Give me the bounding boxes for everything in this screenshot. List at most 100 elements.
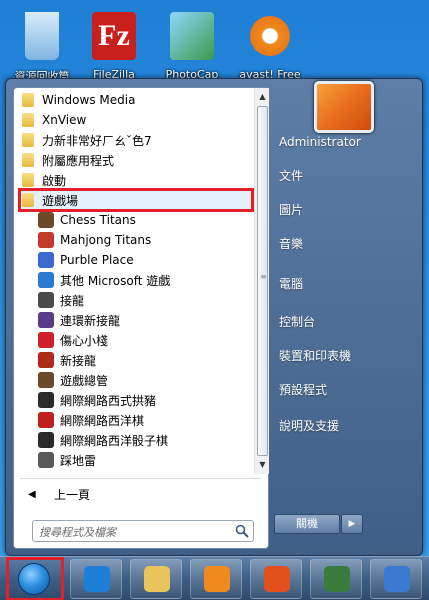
program-label: 網際網路西洋骰子棋	[60, 433, 169, 448]
program-label: 傷心小棧	[60, 333, 109, 348]
folder-label: 啟動	[42, 173, 67, 188]
program-item[interactable]: 網際網路西洋棋	[38, 410, 252, 430]
divider	[20, 478, 262, 479]
internet-checkers-icon	[38, 412, 54, 428]
solitaire-icon	[38, 292, 54, 308]
folder-label: XnView	[42, 113, 87, 127]
right-item-administrator[interactable]: Administrator	[276, 129, 416, 155]
right-item-documents[interactable]: 文件	[276, 163, 416, 189]
folder-item[interactable]: XnView	[20, 110, 252, 130]
program-label: 新接龍	[60, 353, 97, 368]
folder-icon	[22, 193, 34, 207]
program-item[interactable]: Mahjong Titans	[38, 230, 252, 250]
program-label: 連環新接龍	[60, 313, 121, 328]
folder-icon	[22, 133, 34, 147]
program-item[interactable]: 踩地雷	[38, 450, 252, 470]
right-item-pictures[interactable]: 圖片	[276, 197, 416, 223]
avast-icon[interactable]: avast! Free	[234, 12, 306, 84]
scroll-down-arrow-icon[interactable]: ▼	[257, 458, 268, 472]
program-item[interactable]: 網際網路西洋骰子棋	[38, 430, 252, 450]
back-button[interactable]: ◀ 上一頁	[28, 484, 90, 504]
right-item-control-panel[interactable]: 控制台	[276, 309, 416, 335]
folder-label: 遊戲場	[42, 193, 79, 208]
recycle-bin-icon[interactable]: 資源回收筒	[6, 12, 78, 84]
program-label: 遊戲總管	[60, 373, 109, 388]
back-arrow-icon: ◀	[28, 488, 36, 500]
filezilla-icon[interactable]: Fz FileZilla	[78, 12, 150, 84]
windows-logo-icon	[18, 563, 50, 595]
taskbar-button[interactable]	[310, 559, 362, 599]
folder-item[interactable]: Windows Media	[20, 90, 252, 110]
program-label: 網際網路西洋棋	[60, 413, 145, 428]
spider-solitaire-icon	[38, 312, 54, 328]
taskbar-button[interactable]	[190, 559, 242, 599]
folder-item[interactable]: 啟動	[20, 170, 252, 190]
control-panel-icon	[384, 566, 410, 592]
taskbar-button[interactable]	[250, 559, 302, 599]
program-item[interactable]: 連環新接龍	[38, 310, 252, 330]
right-item-default-programs[interactable]: 預設程式	[276, 377, 416, 403]
program-item[interactable]: Chess Titans	[38, 210, 252, 230]
shutdown-button[interactable]: 關機	[274, 514, 340, 534]
taskbar-button[interactable]	[370, 559, 422, 599]
games-explorer-icon	[38, 372, 54, 388]
right-item-devices-printers[interactable]: 裝置和印表機	[276, 343, 416, 369]
programs-scrollbar[interactable]: ▲ ≡ ▼	[254, 88, 269, 474]
scroll-up-arrow-icon[interactable]: ▲	[257, 90, 268, 104]
folder-icon	[22, 93, 34, 107]
start-button[interactable]	[6, 557, 64, 600]
folder-label: 附屬應用程式	[42, 153, 115, 168]
program-item[interactable]: 接龍	[38, 290, 252, 310]
search-icon[interactable]	[235, 524, 249, 538]
hearts-icon	[38, 332, 54, 348]
program-item[interactable]: 傷心小棧	[38, 330, 252, 350]
folder-item[interactable]: 遊戲場	[18, 188, 254, 212]
right-item-music[interactable]: 音樂	[276, 231, 416, 257]
internet-backgammon-icon	[38, 432, 54, 448]
program-label: 其他 Microsoft 遊戲	[60, 273, 171, 288]
freecell-icon	[38, 352, 54, 368]
right-item-computer[interactable]: 電腦	[276, 271, 416, 297]
chess-titans-icon	[38, 212, 54, 228]
purble-place-icon	[38, 252, 54, 268]
photocap-icon[interactable]: PhotoCap	[156, 12, 228, 84]
minesweeper-icon	[38, 452, 54, 468]
search-placeholder: 搜尋程式及檔案	[39, 526, 116, 539]
start-menu: Windows Media XnView 力新非常好ㄏㄠˇ色7 附屬應用程式 啟動遊戲場…	[5, 78, 423, 556]
folder-label: Windows Media	[42, 93, 136, 107]
grip-icon: ≡	[260, 272, 267, 281]
program-label: 踩地雷	[60, 453, 97, 468]
taskbar	[0, 556, 429, 600]
media-player-icon	[204, 566, 230, 592]
taskbar-button[interactable]	[70, 559, 122, 599]
shutdown-options-arrow-icon[interactable]: ▶	[341, 514, 363, 534]
taskbar-button[interactable]	[130, 559, 182, 599]
program-label: Mahjong Titans	[60, 233, 152, 247]
program-item[interactable]: 遊戲總管	[38, 370, 252, 390]
folder-icon	[22, 173, 34, 187]
right-item-help-support[interactable]: 說明及支援	[276, 413, 416, 439]
folder-icon	[22, 153, 34, 167]
program-item[interactable]: 新接龍	[38, 350, 252, 370]
search-input[interactable]: 搜尋程式及檔案	[32, 520, 254, 542]
firefox-icon	[264, 566, 290, 592]
program-label: Purble Place	[60, 253, 134, 267]
program-item[interactable]: Purble Place	[38, 250, 252, 270]
internet-spades-icon	[38, 392, 54, 408]
program-item[interactable]: 網際網路西式拱豬	[38, 390, 252, 410]
more-games-icon	[38, 272, 54, 288]
folder-item[interactable]: 力新非常好ㄏㄠˇ色7	[20, 130, 252, 150]
media-center-icon	[324, 566, 350, 592]
folder-label: 力新非常好ㄏㄠˇ色7	[42, 133, 152, 148]
scroll-thumb[interactable]: ≡	[257, 106, 268, 456]
folder-icon	[22, 113, 34, 127]
internet-explorer-icon	[84, 566, 110, 592]
programs-pane: Windows Media XnView 力新非常好ㄏㄠˇ色7 附屬應用程式 啟動遊戲場…	[13, 87, 269, 549]
program-label: 網際網路西式拱豬	[60, 393, 157, 408]
user-picture[interactable]	[314, 81, 374, 133]
program-item[interactable]: 其他 Microsoft 遊戲	[38, 270, 252, 290]
folder-item[interactable]: 附屬應用程式	[20, 150, 252, 170]
windows-explorer-icon	[144, 566, 170, 592]
all-programs-list: Windows Media XnView 力新非常好ㄏㄠˇ色7 附屬應用程式 啟動遊戲場…	[14, 88, 254, 474]
back-label: 上一頁	[54, 487, 91, 502]
